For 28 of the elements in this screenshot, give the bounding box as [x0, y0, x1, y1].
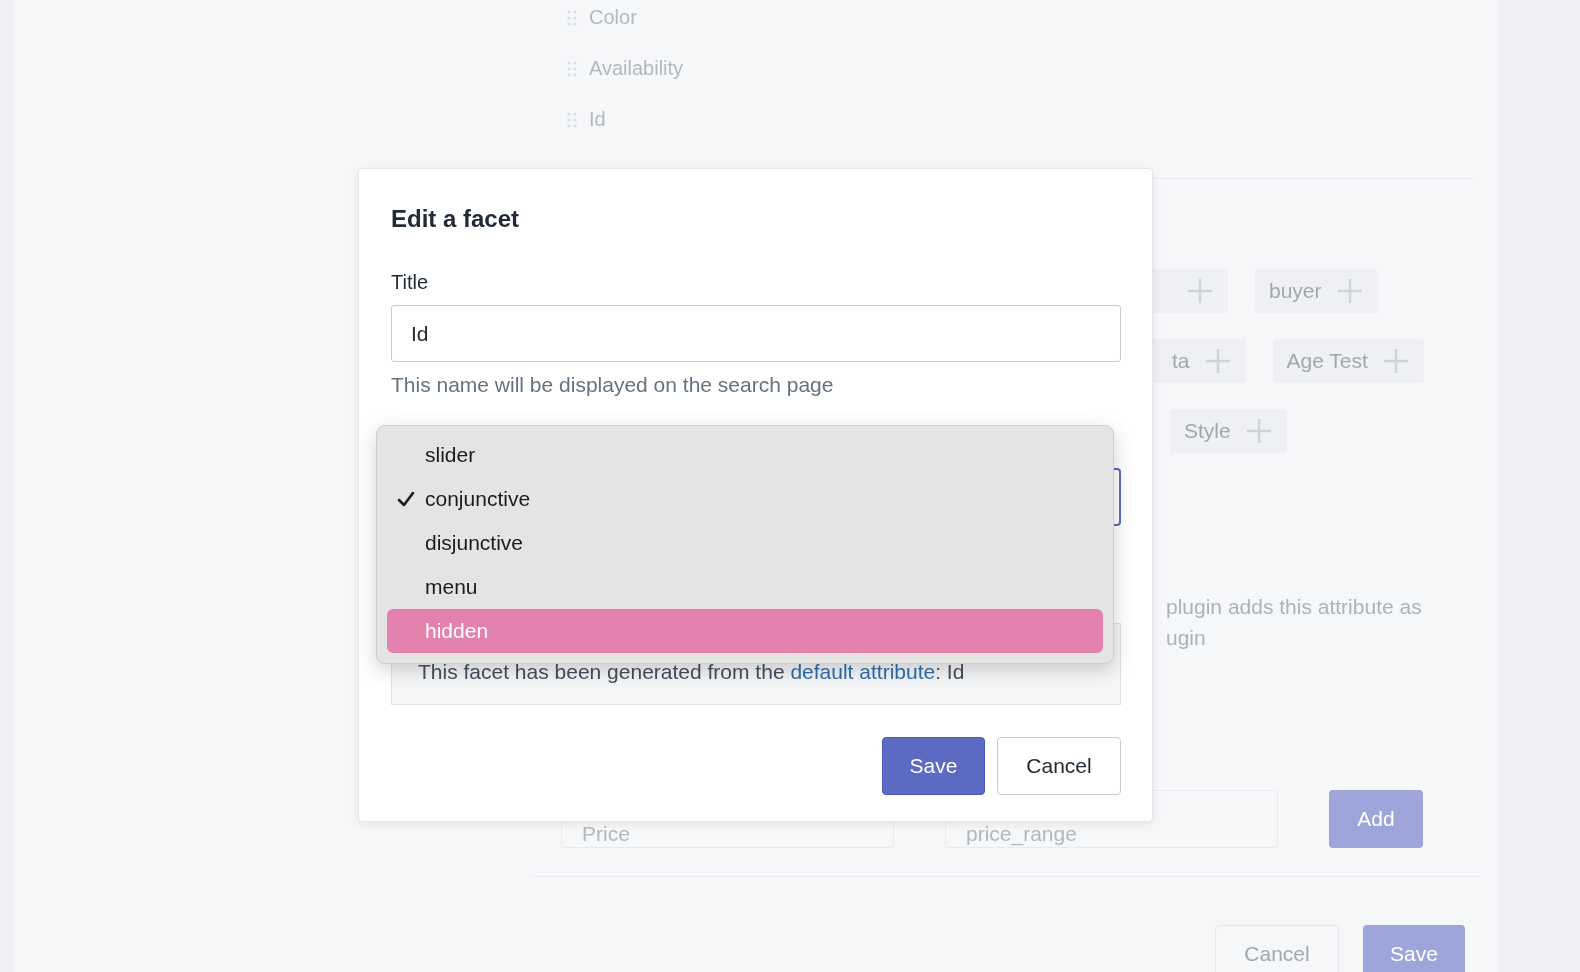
facet-label: Id: [589, 108, 606, 131]
drag-handle-icon[interactable]: [567, 111, 577, 128]
cancel-button[interactable]: Cancel: [997, 737, 1121, 795]
help-text: This name will be displayed on the search page: [391, 373, 835, 397]
save-button[interactable]: Save: [1363, 925, 1465, 972]
dialog-title: Edit a facet: [391, 205, 521, 233]
plus-icon: [1186, 277, 1214, 305]
drag-handle-icon[interactable]: [567, 60, 577, 77]
info-text: This facet has been generated from the default attribute: Id: [418, 660, 965, 683]
facet-label: Color: [589, 6, 637, 29]
facet-label: Availability: [589, 57, 684, 80]
plus-icon: [1244, 417, 1273, 445]
drag-handle-icon[interactable]: [567, 9, 577, 26]
dropdown-option[interactable]: menu: [387, 565, 1103, 609]
add-button[interactable]: Add: [1329, 790, 1423, 848]
plus-icon: [1203, 347, 1232, 375]
dropdown-option[interactable]: conjunctive: [387, 477, 1103, 521]
help-text: plugin adds this attribute as: [1166, 594, 1423, 620]
title-input[interactable]: Id: [391, 305, 1121, 362]
dropdown-option[interactable]: hidden: [387, 609, 1103, 653]
save-button[interactable]: Save: [882, 737, 985, 795]
plus-icon: [1381, 347, 1410, 375]
default-attribute-link[interactable]: default attribute: [790, 660, 936, 683]
dropdown-option[interactable]: disjunctive: [387, 521, 1103, 565]
dropdown-option[interactable]: slider: [387, 433, 1103, 477]
plus-icon: [1335, 277, 1364, 305]
field-label: Title: [391, 271, 430, 294]
help-text: ugin: [1166, 625, 1207, 651]
